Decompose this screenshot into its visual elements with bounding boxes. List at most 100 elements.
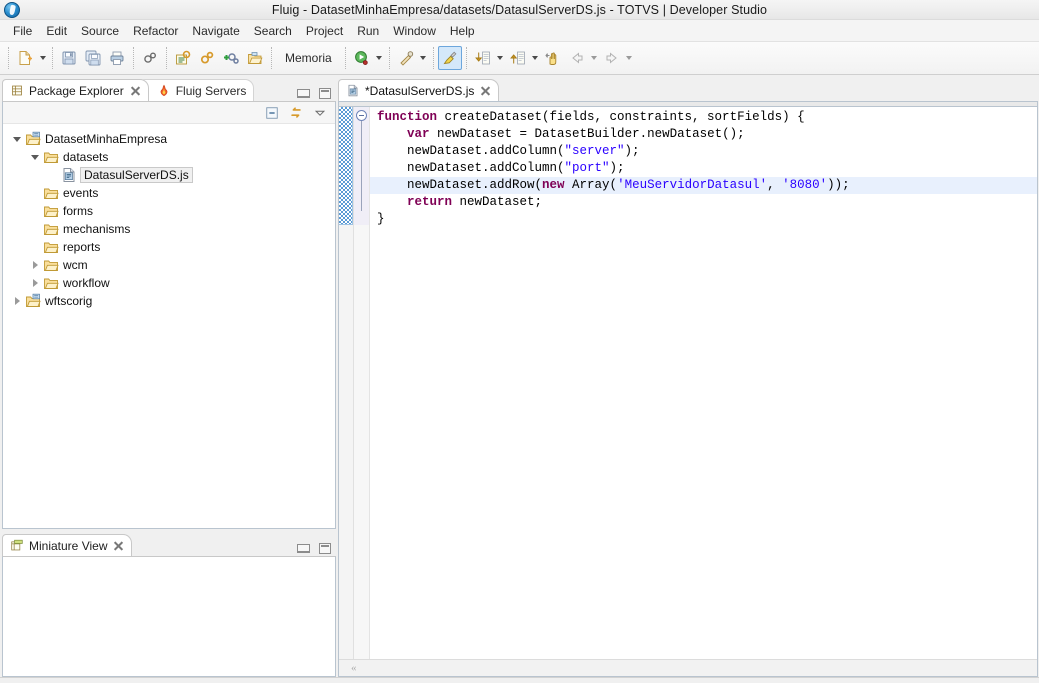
menu-search[interactable]: Search (247, 22, 299, 40)
editor-area: *DatasulServerDS.js function createDatas… (338, 77, 1039, 677)
tree-item-wcm[interactable]: wcm (3, 256, 335, 274)
new-file-icon[interactable] (13, 46, 37, 70)
js-file-icon (61, 167, 77, 183)
twisty-collapsed-icon[interactable] (9, 292, 25, 310)
source-code[interactable]: function createDataset(fields, constrain… (370, 107, 1037, 228)
next-annotation-dropdown-arrow[interactable] (530, 46, 541, 70)
twisty-expanded-icon[interactable] (9, 130, 25, 148)
forward-dropdown-arrow[interactable] (624, 46, 635, 70)
close-icon[interactable] (113, 540, 124, 551)
twisty-collapsed-icon[interactable] (27, 274, 43, 292)
back-dropdown-arrow[interactable] (589, 46, 600, 70)
run-dropdown-arrow[interactable] (374, 46, 385, 70)
gears-add-icon[interactable] (219, 46, 243, 70)
tree-item-label: mechanisms (63, 222, 131, 236)
back-arrow-icon[interactable] (565, 46, 589, 70)
minimize-icon[interactable] (297, 89, 310, 98)
tree-item-reports[interactable]: reports (3, 238, 335, 256)
menu-help[interactable]: Help (443, 22, 482, 40)
code-line-2[interactable]: var newDataset = DatasetBuilder.newDatas… (370, 126, 1037, 143)
close-icon[interactable] (480, 85, 491, 96)
up-arrow-doc-icon[interactable] (506, 46, 530, 70)
code-line-4[interactable]: newDataset.addColumn("port"); (370, 160, 1037, 177)
toolbar-separator (271, 47, 272, 69)
wand-icon[interactable] (394, 46, 418, 70)
tree-item-forms[interactable]: forms (3, 202, 335, 220)
memoria-label: Memoria (285, 51, 332, 65)
code-text: newDataset.addColumn( (377, 144, 565, 158)
tree-item-label: reports (63, 240, 101, 254)
tree-item-datasetminhaempresa[interactable]: DatasetMinhaEmpresa (3, 130, 335, 148)
miniature-view-body[interactable] (2, 556, 336, 677)
editor-tabrow: *DatasulServerDS.js (338, 77, 1038, 101)
tree-item-workflow[interactable]: workflow (3, 274, 335, 292)
new-file-dropdown-arrow[interactable] (37, 46, 48, 70)
collapse-all-icon[interactable] (263, 104, 281, 122)
menu-edit[interactable]: Edit (39, 22, 74, 40)
form-gear-icon[interactable] (171, 46, 195, 70)
hand-pointer-icon[interactable] (541, 46, 565, 70)
tree-item-datasets[interactable]: datasets (3, 148, 335, 166)
code-scroll-region[interactable]: function createDataset(fields, constrain… (370, 107, 1037, 659)
code-text: newDataset = DatasetBuilder.newDataset()… (429, 127, 745, 141)
twisty-collapsed-icon[interactable] (27, 256, 43, 274)
collapse-fold-icon[interactable] (356, 110, 367, 121)
brush-icon[interactable] (437, 46, 462, 70)
code-line-3[interactable]: newDataset.addColumn("server"); (370, 143, 1037, 160)
status-bar (0, 677, 1039, 683)
menu-file[interactable]: File (6, 22, 39, 40)
horizontal-scrollbar[interactable]: « (339, 659, 1037, 676)
package-explorer-view: Package Explorer Fluig Servers DatasetMi… (2, 77, 336, 529)
code-line-1[interactable]: function createDataset(fields, constrain… (370, 109, 1037, 126)
code-line-7[interactable]: } (370, 211, 1037, 228)
close-icon[interactable] (130, 85, 141, 96)
open-folder-icon[interactable] (243, 46, 267, 70)
menu-run[interactable]: Run (350, 22, 386, 40)
gears-icon[interactable] (138, 46, 162, 70)
print-icon[interactable] (105, 46, 129, 70)
code-line-6[interactable]: return newDataset; (370, 194, 1037, 211)
menu-project[interactable]: Project (299, 22, 350, 40)
tree-item-wftscorig[interactable]: wftscorig (3, 292, 335, 310)
run-debug-icon[interactable] (350, 46, 374, 70)
tab-fluig-servers[interactable]: Fluig Servers (140, 79, 255, 101)
annotation-marker-bar[interactable] (339, 107, 354, 659)
menu-source[interactable]: Source (74, 22, 126, 40)
link-editor-icon[interactable] (287, 104, 305, 122)
save-all-icon[interactable] (81, 46, 105, 70)
menu-bar: File Edit Source Refactor Navigate Searc… (0, 20, 1039, 42)
prev-annotation-dropdown-arrow[interactable] (495, 46, 506, 70)
code-line-5[interactable]: newDataset.addRow(new Array('MeuServidor… (370, 177, 1037, 194)
down-arrow-doc-icon[interactable] (471, 46, 495, 70)
menu-window[interactable]: Window (386, 22, 443, 40)
folding-ruler[interactable] (354, 107, 370, 659)
workbench-area: Package Explorer Fluig Servers DatasetMi… (0, 75, 1039, 677)
menu-refactor[interactable]: Refactor (126, 22, 185, 40)
minimize-icon[interactable] (297, 544, 310, 553)
toolbar-separator (133, 47, 134, 69)
forward-arrow-icon[interactable] (600, 46, 624, 70)
gears-orange-icon[interactable] (195, 46, 219, 70)
miniature-view-tabrow: Miniature View (2, 532, 336, 556)
tree-item-mechanisms[interactable]: mechanisms (3, 220, 335, 238)
tree-item-events[interactable]: events (3, 184, 335, 202)
maximize-icon[interactable] (319, 88, 331, 99)
project-tree[interactable]: DatasetMinhaEmpresa datasets DatasulServer… (3, 124, 335, 528)
tree-item-datasulserverds-js[interactable]: DatasulServerDS.js (3, 166, 335, 184)
code-text: ); (609, 161, 625, 175)
twisty-expanded-icon[interactable] (27, 148, 43, 166)
maximize-icon[interactable] (319, 543, 331, 554)
code-text: } (377, 212, 385, 226)
scroll-left-marker[interactable]: « (351, 662, 357, 674)
tab-editor-datasulserverds[interactable]: *DatasulServerDS.js (338, 79, 500, 101)
save-icon[interactable] (57, 46, 81, 70)
left-column: Package Explorer Fluig Servers DatasetMi… (2, 77, 336, 677)
tab-label: Miniature View (29, 538, 108, 553)
wand-dropdown-arrow[interactable] (418, 46, 429, 70)
tab-package-explorer[interactable]: Package Explorer (2, 79, 149, 101)
menu-navigate[interactable]: Navigate (185, 22, 246, 40)
tab-miniature-view[interactable]: Miniature View (2, 534, 133, 556)
chevron-down-icon[interactable] (311, 104, 329, 122)
package-explorer-view-toolbar (3, 102, 335, 124)
folder-icon (43, 239, 59, 255)
